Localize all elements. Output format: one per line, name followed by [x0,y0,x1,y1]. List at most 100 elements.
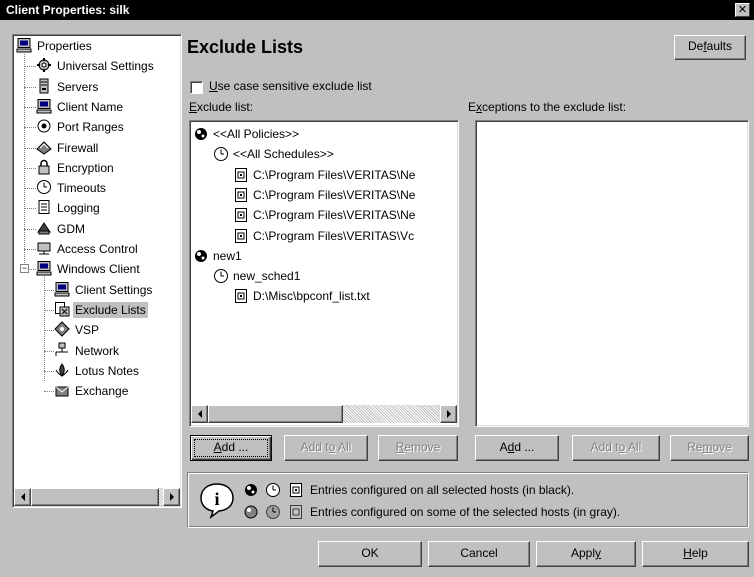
file-icon [235,228,247,243]
schedule-clock-icon [214,269,228,284]
tree-connector [44,289,54,291]
exclude-list-item[interactable]: D:\Misc\bpconf_list.txt [233,286,370,306]
policy-icon [195,249,207,262]
tree-item-label: Timeouts [57,181,106,196]
exclude-list-items: <<All Policies>> <<All Schedules>> C:\Prog… [191,122,457,405]
computer-icon [54,281,70,297]
page-title: Exclude Lists [187,37,304,57]
exception-add-to-all-button[interactable]: Add to All [572,435,660,461]
tree-item-label: Universal Settings [57,59,154,74]
file-gray-icon [289,505,302,519]
tree-connector [44,309,54,311]
tree-item-label: Windows Client [57,262,140,277]
exclude-item-label: new1 [213,248,242,263]
exclude-list-item[interactable]: C:\Program Files\VERITAS\Ne [233,185,415,205]
exclude-icon [55,301,70,317]
tree-item-label: Logging [57,201,100,216]
tree-item-logging[interactable]: Logging [36,198,102,218]
exceptions-list[interactable] [475,120,749,427]
exclude-item-label: <<All Schedules>> [233,147,334,162]
case-sensitive-label[interactable]: Use case sensitive exclude list [209,79,372,93]
scroll-right-button[interactable] [163,488,180,506]
tree-horizontal-scrollbar[interactable] [14,488,180,506]
tree-item-windows-client[interactable]: Windows Client [36,259,142,279]
policy-icon [195,128,207,140]
exclude-list-item[interactable]: <<All Schedules>> [213,144,334,164]
arrow-right-icon [446,410,451,418]
exclude-item-label: C:\Program Files\VERITAS\Ne [253,187,416,202]
tree-connector [24,188,36,190]
arrow-right-icon [169,493,174,501]
tree-item-firewall[interactable]: Firewall [36,138,100,158]
tree-item-vsp[interactable]: VSP [54,320,101,340]
defaults-button[interactable]: Defaults [674,35,746,60]
schedule-clock-icon [266,483,281,497]
tree-item-exclude-lists[interactable]: Exclude Lists [54,300,148,320]
exclude-add-button[interactable]: Add ... [190,435,272,461]
tree-item-label: Client Name [57,99,124,114]
ok-button[interactable]: OK [318,541,422,567]
tree-connector [24,66,36,68]
tree-item-gdm[interactable]: GDM [36,219,87,239]
tree-item-properties[interactable]: Properties [16,36,94,56]
tree-item-universal-settings[interactable]: Universal Settings [36,56,156,76]
tree-connector [44,350,54,352]
tree-connector [24,106,36,108]
tree-item-label: Port Ranges [57,120,124,135]
tree-item-label: Client Settings [75,282,153,297]
title-bar: Client Properties: silk ✕ [0,0,754,20]
exclude-list-item[interactable]: new_sched1 [213,266,300,286]
exception-add-button[interactable]: Add ... [475,435,559,461]
legend-row-black: Entries configured on all selected hosts… [243,481,574,499]
exclude-list-item[interactable]: C:\Program Files\VERITAS\Ne [233,205,415,225]
tree-item-client-settings[interactable]: Client Settings [54,280,154,300]
tree-item-access-control[interactable]: Access Control [36,239,140,259]
tree-item-encryption[interactable]: Encryption [36,158,116,178]
lotus-icon [55,362,69,377]
tree-item-servers[interactable]: Servers [36,77,100,97]
case-sensitive-checkbox[interactable] [190,81,203,94]
exclude-scroll-left-button[interactable] [191,405,208,423]
tree-item-lotus-notes[interactable]: Lotus Notes [54,361,141,381]
tree-item-exchange[interactable]: Exchange [54,381,130,401]
scroll-left-button[interactable] [14,488,31,506]
port-icon [37,119,51,133]
exclude-remove-button[interactable]: Remove [378,435,458,461]
exchange-icon [55,386,69,397]
help-button[interactable]: Help [642,541,749,567]
tree-item-timeouts[interactable]: Timeouts [36,178,108,198]
navigation-tree: Properties Universal Settings Servers Clien… [14,36,180,506]
tree-connector [24,228,36,230]
scroll-thumb[interactable] [31,488,159,506]
tree-item-client-name[interactable]: Client Name [36,97,125,117]
exclude-list-item[interactable]: C:\Program Files\VERITAS\Ne [233,165,415,185]
exclude-list-item[interactable]: C:\Program Files\VERITAS\Vc [233,226,414,246]
tree-item-label: Encryption [57,160,114,175]
tree-item-port-ranges[interactable]: Port Ranges [36,117,126,137]
close-icon: ✕ [737,4,748,16]
cancel-button[interactable]: Cancel [428,541,530,567]
clock-icon [37,180,51,195]
tree-item-label: Exclude Lists [73,301,148,318]
tree-item-label: Firewall [57,140,99,155]
exclude-add-to-all-button[interactable]: Add to All [284,435,368,461]
policy-gray-icon [244,505,258,519]
tree-item-network[interactable]: Network [54,341,121,361]
exclude-item-label: C:\Program Files\VERITAS\Ne [253,208,416,223]
apply-button[interactable]: Apply [536,541,636,567]
lock-icon [38,159,50,175]
tree-connector [24,147,36,149]
exclude-scroll-thumb[interactable] [208,405,343,423]
exclude-list-item[interactable]: <<All Policies>> [193,124,299,144]
tree-item-label: Exchange [75,384,129,399]
collapse-toggle[interactable]: − [20,264,29,274]
close-button[interactable]: ✕ [735,3,750,17]
exclude-scroll-right-button[interactable] [440,405,457,423]
exception-remove-button[interactable]: Remove [670,435,749,461]
exclude-list-horizontal-scrollbar[interactable] [191,405,457,423]
tree-connector [24,167,36,169]
network-icon [55,342,68,356]
exclude-list-item[interactable]: new1 [193,246,242,266]
log-icon [38,200,50,215]
schedule-clock-gray-icon [266,505,281,519]
